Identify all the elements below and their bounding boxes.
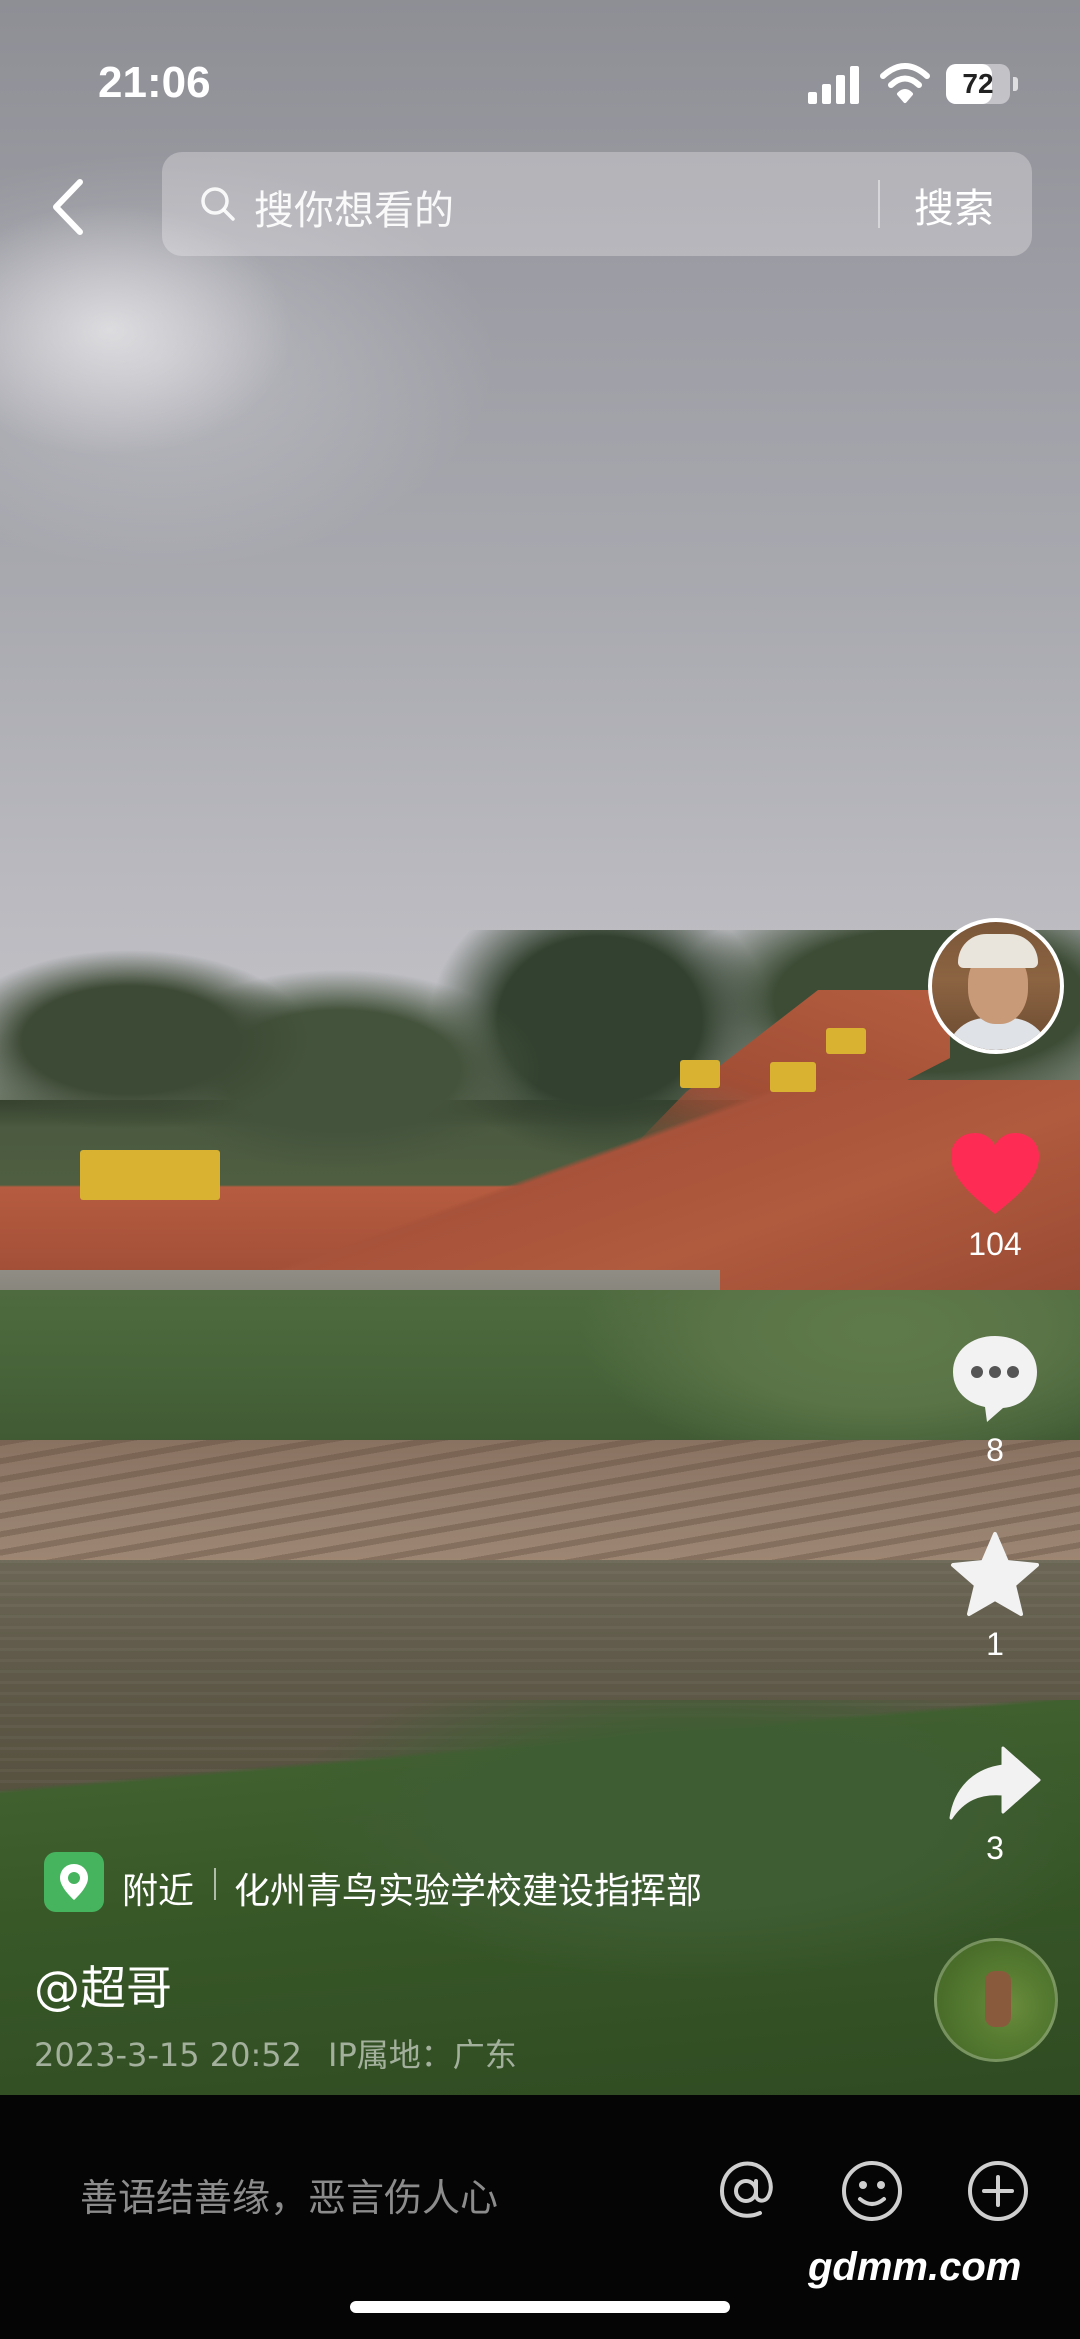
comment-input[interactable]: 善语结善缘，恶言伤人心 xyxy=(80,2167,498,2222)
dump-truck xyxy=(80,1150,220,1200)
favorite-count: 1 xyxy=(986,1626,1004,1662)
home-indicator xyxy=(350,2301,730,2313)
excavator xyxy=(826,1028,866,1054)
author-name[interactable]: @超哥 xyxy=(34,1952,172,2018)
post-meta: 2023-3-15 20:52 IP属地：广东 xyxy=(34,2030,543,2076)
like-count: 104 xyxy=(968,1226,1022,1262)
back-button[interactable] xyxy=(40,172,100,242)
ip-location: IP属地：广东 xyxy=(328,2036,517,2074)
at-mention-icon[interactable] xyxy=(712,2157,780,2225)
status-time: 21:06 xyxy=(98,58,211,107)
heart-icon xyxy=(951,1133,1039,1214)
search-divider xyxy=(878,180,880,228)
location-pin-icon xyxy=(44,1852,104,1912)
emoji-icon[interactable] xyxy=(838,2157,906,2225)
status-bar: 21:06 72 xyxy=(0,0,1080,160)
excavator xyxy=(770,1062,816,1092)
plus-circle-icon[interactable] xyxy=(964,2157,1032,2225)
search-button[interactable]: 搜索 xyxy=(914,176,994,234)
music-disc[interactable] xyxy=(934,1938,1058,2062)
comment-count: 8 xyxy=(986,1432,1004,1468)
search-input[interactable]: 搜你想看的 xyxy=(254,178,454,236)
location-name: 化州青鸟实验学校建设指挥部 xyxy=(234,1871,703,1912)
battery-icon: 72 xyxy=(946,64,1018,104)
location-divider xyxy=(214,1868,216,1900)
share-count: 3 xyxy=(986,1830,1004,1866)
favorite-button[interactable]: 1 xyxy=(940,1530,1050,1663)
share-arrow-icon xyxy=(949,1746,1041,1820)
chevron-left-icon xyxy=(53,179,83,235)
battery-percent: 72 xyxy=(962,68,994,99)
nearby-label: 附近 xyxy=(122,1871,195,1912)
search-icon xyxy=(201,187,235,221)
excavator xyxy=(680,1060,720,1088)
author-avatar[interactable] xyxy=(928,918,1064,1054)
like-button[interactable]: 104 xyxy=(940,1130,1050,1263)
cellular-signal-icon xyxy=(808,64,862,104)
watermark: gdmm.com xyxy=(808,2245,1022,2289)
comment-icon xyxy=(953,1336,1037,1422)
comment-button[interactable]: 8 xyxy=(940,1332,1050,1469)
post-datetime: 2023-3-15 20:52 xyxy=(34,2036,302,2074)
search-bar[interactable]: 搜你想看的 搜索 xyxy=(162,152,1032,256)
video-frame[interactable] xyxy=(0,0,1080,2095)
share-button[interactable]: 3 xyxy=(940,1744,1050,1867)
wifi-icon xyxy=(880,63,930,103)
star-icon xyxy=(951,1532,1039,1616)
comment-bar: 善语结善缘，恶言伤人心 gdmm.com xyxy=(0,2095,1080,2339)
